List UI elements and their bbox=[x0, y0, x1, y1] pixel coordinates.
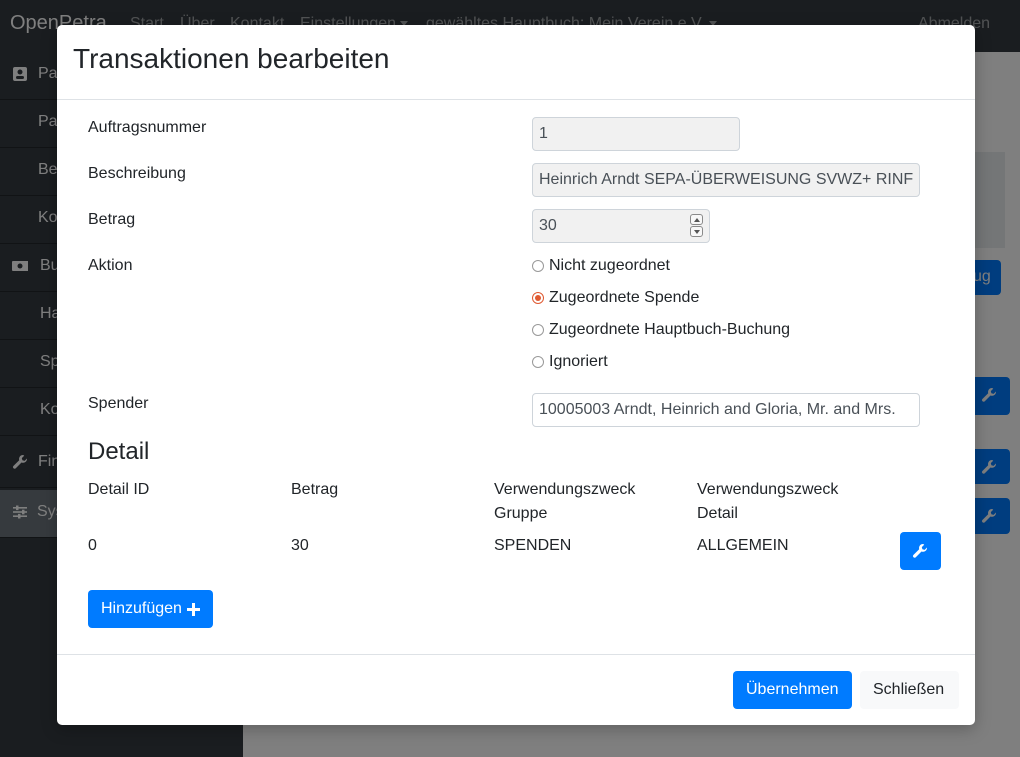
radio-button[interactable] bbox=[532, 356, 544, 368]
beschreibung-field[interactable]: Heinrich Arndt SEPA-ÜBERWEISUNG SVWZ+ RI… bbox=[532, 163, 920, 197]
cell-gruppe: SPENDEN bbox=[494, 537, 572, 554]
wrench-icon bbox=[913, 544, 928, 558]
cell-detail: ALLGEMEIN bbox=[697, 537, 789, 554]
plus-icon bbox=[187, 603, 200, 616]
stepper-up-icon[interactable] bbox=[690, 214, 703, 225]
apply-button[interactable]: Übernehmen bbox=[733, 671, 852, 709]
radio-button[interactable] bbox=[532, 260, 544, 272]
stepper-down-icon[interactable] bbox=[690, 226, 703, 237]
edit-transaction-modal: Transaktionen bearbeiten Auftragsnummer … bbox=[57, 25, 975, 725]
modal-header: Transaktionen bearbeiten bbox=[57, 25, 975, 100]
spender-label: Spender bbox=[88, 395, 149, 412]
column-header-detail: Verwendungszweck Detail bbox=[697, 481, 839, 522]
column-header-betrag: Betrag bbox=[291, 481, 339, 498]
modal-title: Transaktionen bearbeiten bbox=[73, 43, 390, 74]
radio-button[interactable] bbox=[532, 324, 544, 336]
detail-section-title: Detail bbox=[88, 438, 150, 465]
add-detail-button[interactable]: Hinzufügen bbox=[88, 590, 213, 628]
auftragsnummer-field[interactable]: 1 bbox=[532, 117, 740, 151]
betrag-label: Betrag bbox=[88, 211, 136, 228]
number-stepper[interactable] bbox=[690, 214, 703, 238]
radio-button-checked[interactable] bbox=[532, 292, 544, 304]
radio-label: Ignoriert bbox=[549, 353, 608, 370]
edit-detail-button[interactable] bbox=[900, 532, 941, 570]
betrag-field[interactable]: 30 bbox=[532, 209, 710, 243]
betrag-value: 30 bbox=[539, 217, 557, 234]
modal-footer-divider bbox=[57, 654, 975, 655]
cell-betrag: 30 bbox=[291, 537, 309, 554]
auftragsnummer-label: Auftragsnummer bbox=[88, 119, 207, 136]
cell-detail-id: 0 bbox=[88, 537, 97, 554]
beschreibung-label: Beschreibung bbox=[88, 165, 186, 182]
radio-label: Zugeordnete Spende bbox=[549, 289, 700, 306]
add-button-label: Hinzufügen bbox=[101, 600, 182, 617]
close-button-label: Schließen bbox=[873, 681, 945, 698]
radio-label: Zugeordnete Hauptbuch-Buchung bbox=[549, 321, 791, 338]
close-button[interactable]: Schließen bbox=[860, 671, 959, 709]
aktion-label: Aktion bbox=[88, 257, 133, 274]
column-header-gruppe: Verwendungszweck Gruppe bbox=[494, 481, 636, 522]
apply-button-label: Übernehmen bbox=[746, 681, 839, 698]
radio-label: Nicht zugeordnet bbox=[549, 257, 670, 274]
spender-field[interactable]: 10005003 Arndt, Heinrich and Gloria, Mr.… bbox=[532, 393, 920, 427]
column-header-detail-id: Detail ID bbox=[88, 481, 150, 498]
